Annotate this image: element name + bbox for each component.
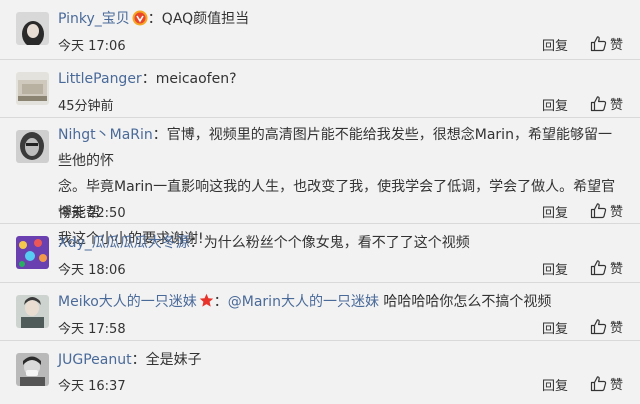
like-label: 赞 xyxy=(610,321,624,336)
comment-time: 今天 22:50 xyxy=(58,206,126,221)
username[interactable]: Nihgt丶MaRin xyxy=(58,127,153,143)
like-button[interactable]: 赞 xyxy=(590,94,623,113)
star-badge-icon xyxy=(199,293,213,307)
username[interactable]: Pinky_宝贝 xyxy=(58,11,130,27)
comment-item: LittlePanger：meicaofen? 45分钟前 回复 赞 xyxy=(0,60,640,118)
username[interactable]: Xdy_瓜瓜瓜瓜大冬源 xyxy=(58,235,190,251)
avatar[interactable] xyxy=(16,353,49,386)
like-button[interactable]: 赞 xyxy=(590,374,623,393)
like-label: 赞 xyxy=(610,38,624,53)
thumbs-up-icon xyxy=(590,376,607,392)
vip-badge-icon xyxy=(132,10,148,26)
comment-content: 为什么粉丝个个像女鬼，看不了了这个视频 xyxy=(203,235,470,251)
thumbs-up-icon xyxy=(590,319,607,335)
avatar-image xyxy=(16,236,49,269)
comment-item: Meiko大人的一只迷妹 ：@Marin大人的一只迷妹 哈哈哈哈你怎么不搞个视频 … xyxy=(0,283,640,341)
comment-content: 哈哈哈哈你怎么不搞个视频 xyxy=(383,294,552,310)
thumbs-up-icon xyxy=(590,36,607,52)
avatar[interactable] xyxy=(16,130,49,163)
comment-item: JUGPeanut：全是妹子 今天 16:37 回复 赞 xyxy=(0,341,640,404)
avatar[interactable] xyxy=(16,12,49,45)
avatar[interactable] xyxy=(16,295,49,328)
comment-item: Xdy_瓜瓜瓜瓜大冬源：为什么粉丝个个像女鬼，看不了了这个视频 今天 18:06… xyxy=(0,224,640,283)
avatar-image xyxy=(16,130,49,163)
comment-item: Pinky_宝贝 ：QAQ颜值担当 今天 17:06 回复 赞 xyxy=(0,0,640,60)
like-label: 赞 xyxy=(610,205,624,220)
thumbs-up-icon xyxy=(590,203,607,219)
comment-time: 45分钟前 xyxy=(58,99,114,114)
avatar-image xyxy=(16,72,49,105)
avatar-image xyxy=(16,295,49,328)
reply-button[interactable]: 回复 xyxy=(542,259,568,278)
like-button[interactable]: 赞 xyxy=(590,201,623,220)
mention-link[interactable]: @Marin大人的一只迷妹 xyxy=(228,294,379,310)
reply-button[interactable]: 回复 xyxy=(542,202,568,221)
comment-time: 今天 17:58 xyxy=(58,322,126,337)
comment-text: LittlePanger：meicaofen? xyxy=(58,71,237,87)
reply-button[interactable]: 回复 xyxy=(542,375,568,394)
username[interactable]: Meiko大人的一只迷妹 xyxy=(58,294,197,310)
reply-button[interactable]: 回复 xyxy=(542,318,568,337)
thumbs-up-icon xyxy=(590,96,607,112)
comment-text: JUGPeanut：全是妹子 xyxy=(58,352,202,368)
username[interactable]: JUGPeanut xyxy=(58,352,132,368)
like-label: 赞 xyxy=(610,378,624,393)
reply-button[interactable]: 回复 xyxy=(542,35,568,54)
comment-text: Xdy_瓜瓜瓜瓜大冬源：为什么粉丝个个像女鬼，看不了了这个视频 xyxy=(58,235,470,251)
comment-time: 今天 17:06 xyxy=(58,39,126,54)
like-button[interactable]: 赞 xyxy=(590,317,623,336)
comment-text: Meiko大人的一只迷妹 ：@Marin大人的一只迷妹 哈哈哈哈你怎么不搞个视频 xyxy=(58,293,552,310)
comment-feed: Pinky_宝贝 ：QAQ颜值担当 今天 17:06 回复 赞 LittlePan… xyxy=(0,0,640,404)
comment-time: 今天 18:06 xyxy=(58,263,126,278)
comment-text: Pinky_宝贝 ：QAQ颜值担当 xyxy=(58,10,250,27)
comment-content: QAQ颜值担当 xyxy=(161,11,250,27)
like-label: 赞 xyxy=(610,98,624,113)
thumbs-up-icon xyxy=(590,260,607,276)
comment-content-line-2: 念。毕竟Marin一直影响这我的人生，也改变了我，使我学会了低调，学会了做人。希… xyxy=(58,179,616,221)
username[interactable]: LittlePanger xyxy=(58,71,142,87)
avatar-image xyxy=(16,353,49,386)
comment-time: 今天 16:37 xyxy=(58,379,126,394)
comment-content: 全是妹子 xyxy=(145,352,202,368)
comment-item: Nihgt丶MaRin：官博，视频里的高清图片能不能给我发些，很想念Marin，… xyxy=(0,118,640,247)
reply-button[interactable]: 回复 xyxy=(542,95,568,114)
like-label: 赞 xyxy=(610,262,624,277)
like-button[interactable]: 赞 xyxy=(590,258,623,277)
avatar-image xyxy=(16,12,49,45)
comment-content: meicaofen? xyxy=(155,71,237,87)
avatar[interactable] xyxy=(16,236,49,269)
like-button[interactable]: 赞 xyxy=(590,34,623,53)
avatar[interactable] xyxy=(16,72,49,105)
